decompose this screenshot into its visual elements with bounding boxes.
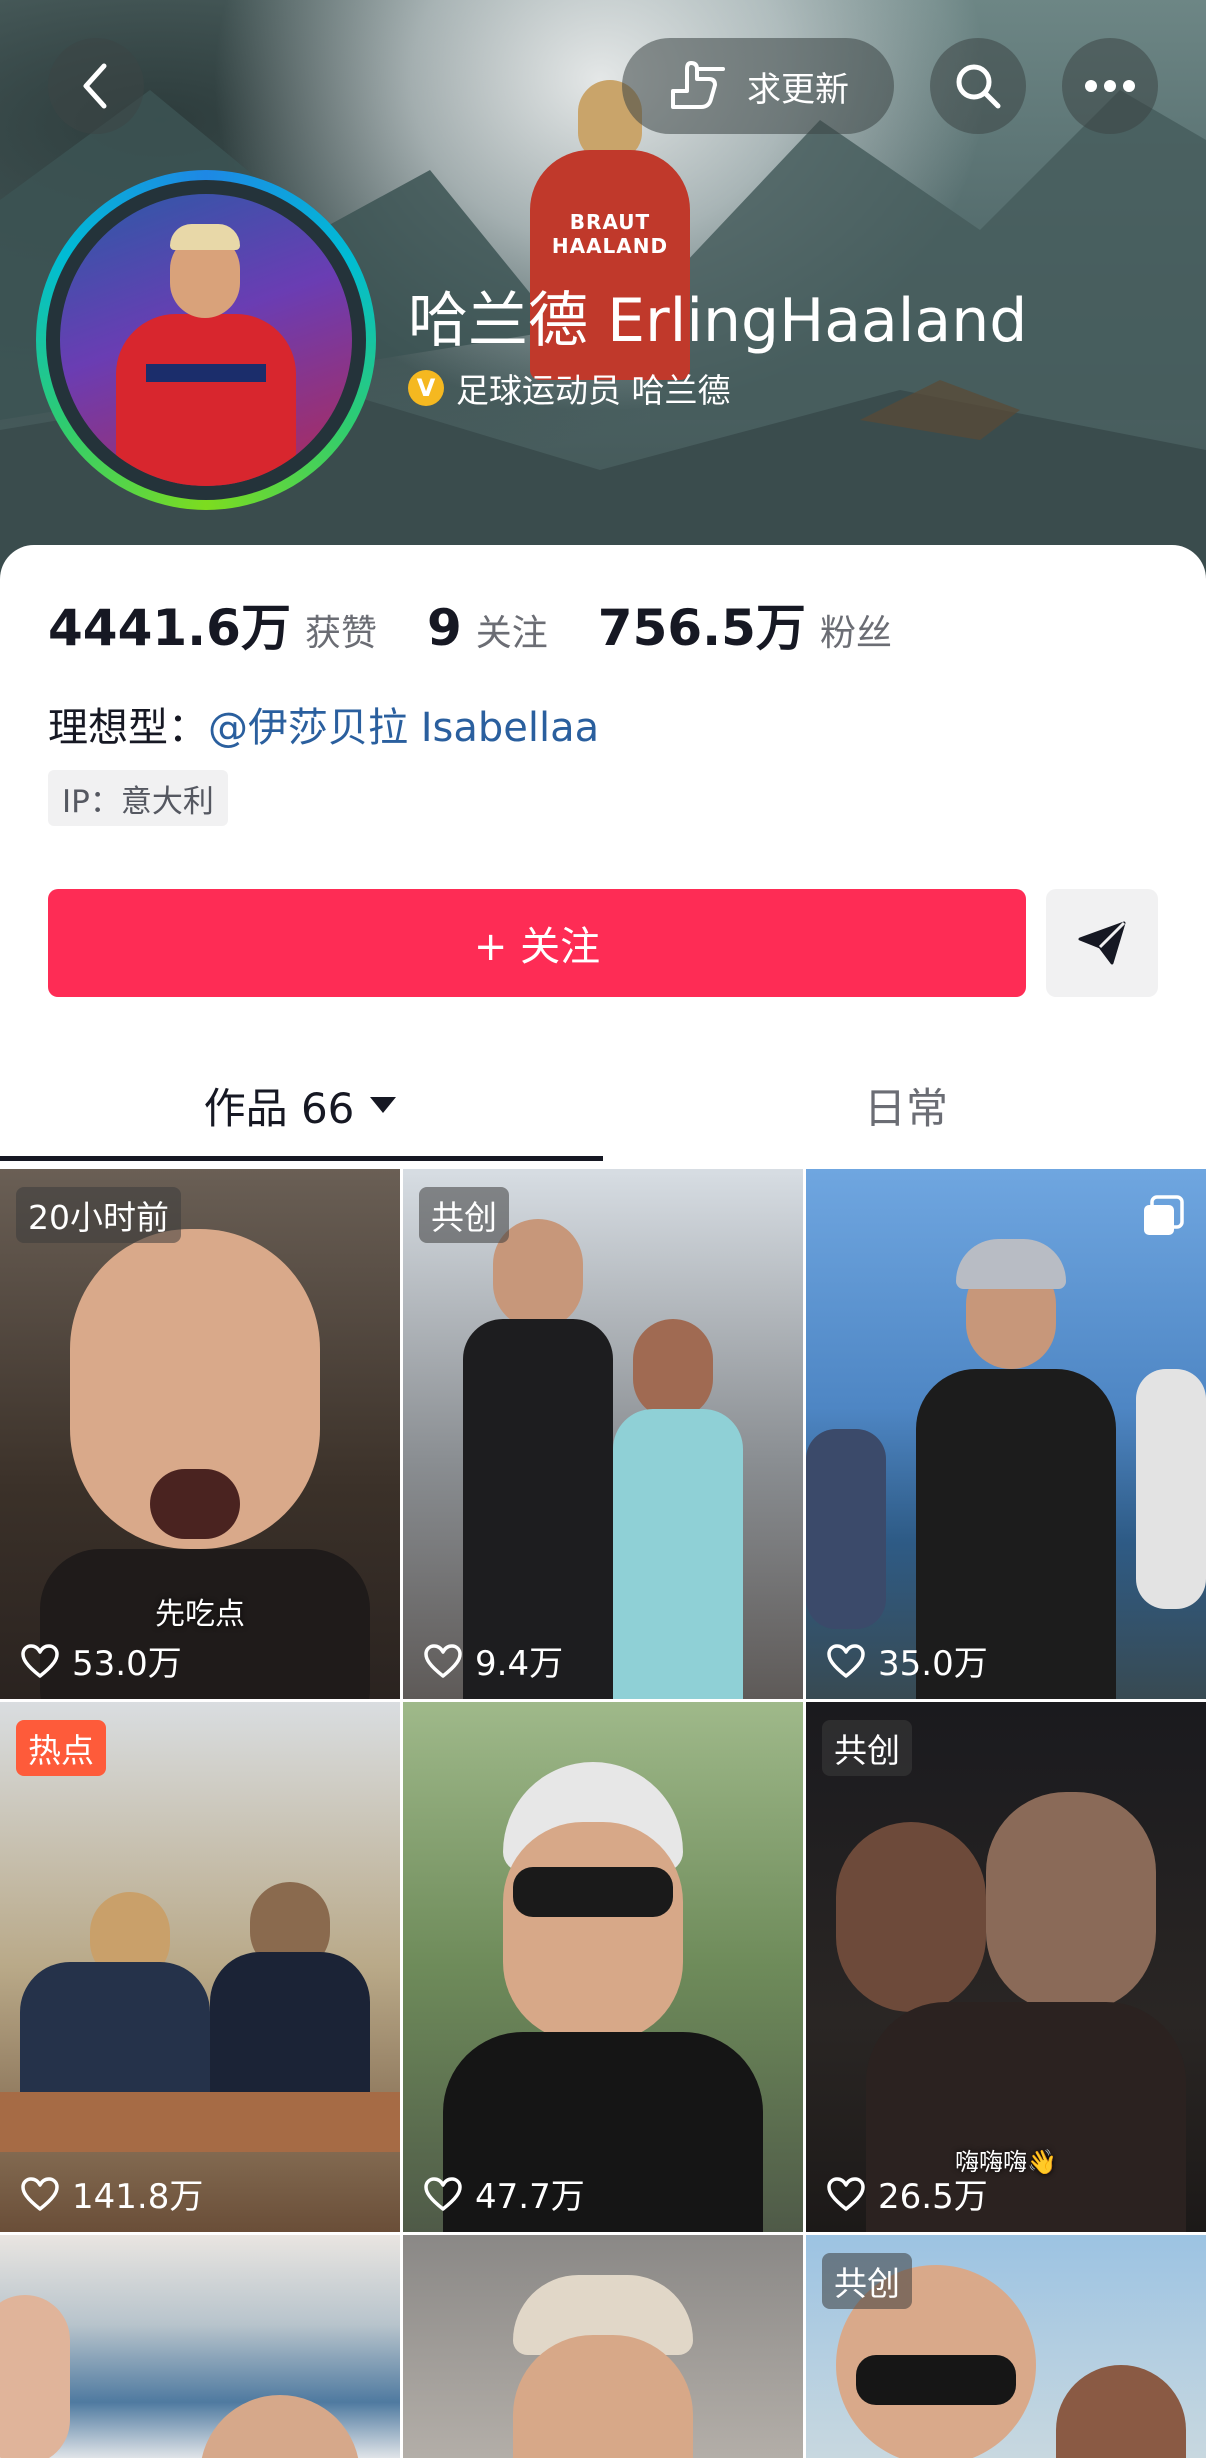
heart-icon — [424, 1643, 462, 1678]
video-tile[interactable]: 热点 141.8万 — [0, 1702, 400, 2232]
search-button[interactable] — [930, 38, 1026, 134]
tab-daily-label: 日常 — [863, 1083, 948, 1133]
bio-mention-link[interactable]: @伊莎贝拉 Isabellaa — [208, 705, 599, 751]
video-likes: 53.0万 — [20, 1636, 182, 1685]
video-badge: 20小时前 — [16, 1187, 181, 1243]
bio-label: 理想型： — [48, 705, 208, 751]
following-count[interactable]: 9 — [427, 599, 462, 657]
video-badge: 共创 — [822, 2253, 912, 2309]
verified-badge-icon: V — [408, 370, 444, 406]
followers-label[interactable]: 粉丝 — [820, 604, 892, 656]
heart-icon — [827, 1643, 865, 1678]
ip-location-tag: IP：意大利 — [48, 770, 228, 826]
request-update-label: 求更新 — [747, 69, 849, 110]
tab-works[interactable]: 作品 66 — [0, 1070, 600, 1140]
video-likes-count: 141.8万 — [72, 2177, 204, 2217]
video-badge: 共创 — [419, 1187, 509, 1243]
avatar-photo — [60, 194, 352, 486]
video-badge: 共创 — [822, 1720, 912, 1776]
following-label[interactable]: 关注 — [476, 604, 548, 656]
avatar[interactable] — [36, 170, 376, 510]
profile-stats: 4441.6万 获赞 9 关注 756.5万 粉丝 — [48, 588, 942, 660]
heart-icon — [424, 2176, 462, 2211]
likes-label: 获赞 — [304, 613, 377, 654]
video-tile[interactable] — [0, 2235, 400, 2458]
caret-down-icon — [370, 1097, 397, 1113]
more-button[interactable] — [1062, 38, 1158, 134]
verification-row: V 足球运动员 哈兰德 — [408, 364, 731, 412]
profile-name: 哈兰德 ErlingHaaland — [408, 286, 1028, 356]
bio-line: 理想型：@伊莎贝拉 Isabellaa — [48, 695, 599, 753]
heart-icon — [21, 2176, 59, 2211]
likes-count: 4441.6万 — [48, 599, 291, 657]
share-button[interactable] — [1046, 889, 1158, 997]
video-tile[interactable] — [403, 2235, 803, 2458]
video-tile[interactable]: 共创 嗨嗨嗨👋 26.5万 — [806, 1702, 1206, 2232]
video-tile[interactable]: 20小时前 先吃点 53.0万 — [0, 1169, 400, 1699]
more-dots-icon — [1085, 80, 1135, 92]
video-likes-count: 47.7万 — [475, 2177, 585, 2217]
search-icon — [956, 64, 1001, 109]
video-likes-count: 9.4万 — [475, 1644, 564, 1684]
video-likes: 47.7万 — [423, 2169, 585, 2218]
video-tile[interactable]: 共创 9.4万 — [403, 1169, 803, 1699]
video-likes: 141.8万 — [20, 2169, 203, 2218]
hot-badge: 热点 — [16, 1720, 106, 1776]
video-caption: 先吃点 — [155, 1597, 245, 1632]
back-button[interactable] — [48, 38, 144, 134]
heart-icon — [21, 1643, 59, 1678]
followers-count[interactable]: 756.5万 — [598, 588, 806, 660]
video-likes-count: 35.0万 — [878, 1644, 988, 1684]
verification-text: 足球运动员 哈兰德 — [456, 371, 731, 410]
multi-image-icon — [1144, 1195, 1184, 1235]
send-icon — [1078, 921, 1126, 965]
banner-jersey-text: BRAUT HAALAND — [551, 210, 669, 258]
heart-icon — [827, 2176, 865, 2211]
video-likes-count: 26.5万 — [878, 2177, 988, 2217]
tab-works-label: 作品 66 — [203, 1083, 355, 1133]
video-likes: 35.0万 — [826, 1636, 988, 1685]
video-likes: 9.4万 — [423, 1636, 563, 1685]
tab-daily[interactable]: 日常 — [606, 1070, 1206, 1140]
request-update-button[interactable]: 求更新 — [622, 38, 894, 134]
video-tile[interactable]: 35.0万 — [806, 1169, 1206, 1699]
video-tile[interactable]: 共创 — [806, 2235, 1206, 2458]
tab-active-indicator — [0, 1156, 603, 1161]
pointing-hand-icon — [671, 61, 725, 109]
video-tile[interactable]: 47.7万 — [403, 1702, 803, 2232]
follow-button[interactable]: + 关注 — [48, 889, 1026, 997]
video-likes: 26.5万 — [826, 2169, 988, 2218]
chevron-left-icon — [83, 63, 107, 109]
video-likes-count: 53.0万 — [72, 1644, 182, 1684]
